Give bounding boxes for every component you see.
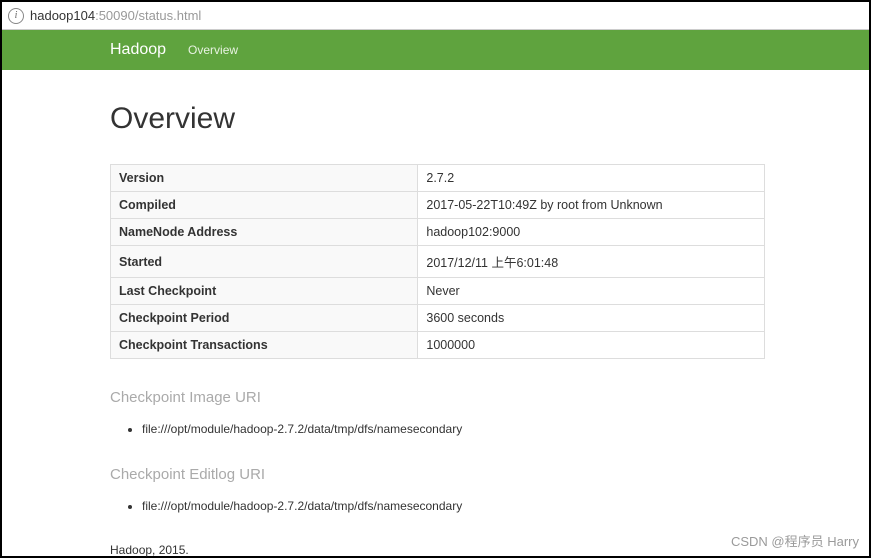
summary-label: NameNode Address	[111, 219, 418, 246]
url-rest: :50090/status.html	[95, 8, 201, 23]
summary-value: 2017/12/11 上午6:01:48	[418, 246, 765, 278]
table-row: Compiled 2017-05-22T10:49Z by root from …	[111, 192, 765, 219]
summary-label: Last Checkpoint	[111, 278, 418, 305]
summary-label: Checkpoint Transactions	[111, 332, 418, 359]
summary-value: hadoop102:9000	[418, 219, 765, 246]
summary-value: Never	[418, 278, 765, 305]
browser-urlbar[interactable]: i hadoop104:50090/status.html	[2, 2, 869, 30]
table-row: Started 2017/12/11 上午6:01:48	[111, 246, 765, 278]
summary-table: Version 2.7.2 Compiled 2017-05-22T10:49Z…	[110, 164, 765, 359]
nav-item-overview[interactable]: Overview	[188, 43, 238, 57]
footer-text: Hadoop, 2015.	[110, 543, 765, 557]
summary-value: 3600 seconds	[418, 305, 765, 332]
url-host: hadoop104	[30, 8, 95, 23]
summary-value: 2.7.2	[418, 165, 765, 192]
info-icon: i	[8, 8, 24, 24]
main-container: Overview Version 2.7.2 Compiled 2017-05-…	[110, 70, 765, 557]
summary-label: Version	[111, 165, 418, 192]
table-row: NameNode Address hadoop102:9000	[111, 219, 765, 246]
watermark: CSDN @程序员 Harry	[731, 531, 859, 550]
list-item: file:///opt/module/hadoop-2.7.2/data/tmp…	[142, 497, 765, 515]
table-row: Checkpoint Transactions 1000000	[111, 332, 765, 359]
section-title-editlog-uri: Checkpoint Editlog URI	[110, 466, 765, 483]
list-item: file:///opt/module/hadoop-2.7.2/data/tmp…	[142, 420, 765, 438]
navbar-brand[interactable]: Hadoop	[110, 41, 166, 59]
summary-value: 2017-05-22T10:49Z by root from Unknown	[418, 192, 765, 219]
summary-label: Compiled	[111, 192, 418, 219]
page-title: Overview	[110, 102, 765, 136]
editlog-uri-list: file:///opt/module/hadoop-2.7.2/data/tmp…	[142, 497, 765, 515]
image-uri-list: file:///opt/module/hadoop-2.7.2/data/tmp…	[142, 420, 765, 438]
table-row: Last Checkpoint Never	[111, 278, 765, 305]
summary-value: 1000000	[418, 332, 765, 359]
url-text: hadoop104:50090/status.html	[30, 8, 201, 23]
summary-label: Started	[111, 246, 418, 278]
navbar: Hadoop Overview	[2, 30, 869, 70]
table-row: Checkpoint Period 3600 seconds	[111, 305, 765, 332]
summary-label: Checkpoint Period	[111, 305, 418, 332]
section-title-image-uri: Checkpoint Image URI	[110, 389, 765, 406]
table-row: Version 2.7.2	[111, 165, 765, 192]
